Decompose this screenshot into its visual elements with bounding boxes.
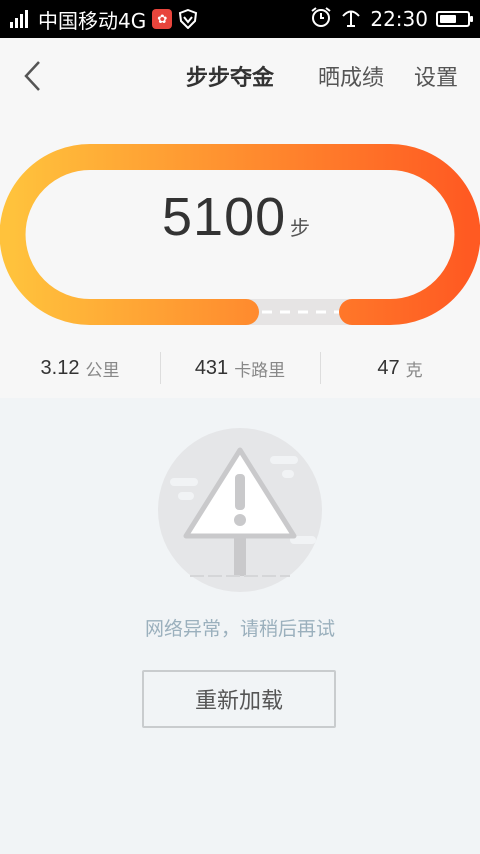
calories-unit: 卡路里 (234, 360, 286, 381)
battery-icon (436, 11, 473, 27)
carrier-label: 中国移动4G (38, 8, 147, 33)
distance-value: 3.12 (40, 356, 80, 379)
reload-button[interactable]: 重新加载 (142, 670, 336, 728)
distance-unit: 公里 (85, 360, 120, 381)
shield-icon (178, 9, 198, 29)
steps-unit: 步 (290, 216, 310, 240)
warning-icon (158, 428, 322, 592)
signal-icon (10, 10, 28, 28)
stats-row: 3.12 公里 431 卡路里 47 克 (0, 338, 480, 398)
weather-icon (340, 6, 362, 33)
back-button[interactable] (14, 58, 50, 94)
error-message: 网络异常，请稍后再试 (144, 618, 335, 640)
clock-time: 22:30 (370, 7, 428, 31)
stat-distance: 3.12 公里 (0, 338, 160, 398)
status-bar: 中国移动4G ✿ 22:30 (0, 0, 480, 38)
fat-value: 47 (377, 356, 400, 379)
fat-unit: 克 (405, 360, 423, 381)
stat-calories: 431 卡路里 (160, 338, 320, 398)
settings-link[interactable]: 设置 (414, 60, 458, 92)
nav-bar: 步步夺金 晒成绩 设置 (0, 38, 480, 114)
stat-fat: 47 克 (320, 338, 480, 398)
calories-value: 431 (194, 356, 229, 379)
steps-count: 5100 (162, 187, 287, 247)
chevron-left-icon (24, 61, 40, 91)
share-results-link[interactable]: 晒成绩 (318, 60, 384, 92)
alarm-icon (310, 6, 332, 33)
app-notification-icon: ✿ (152, 9, 173, 29)
page-title: 步步夺金 (186, 65, 275, 90)
network-error-illustration (150, 428, 330, 598)
